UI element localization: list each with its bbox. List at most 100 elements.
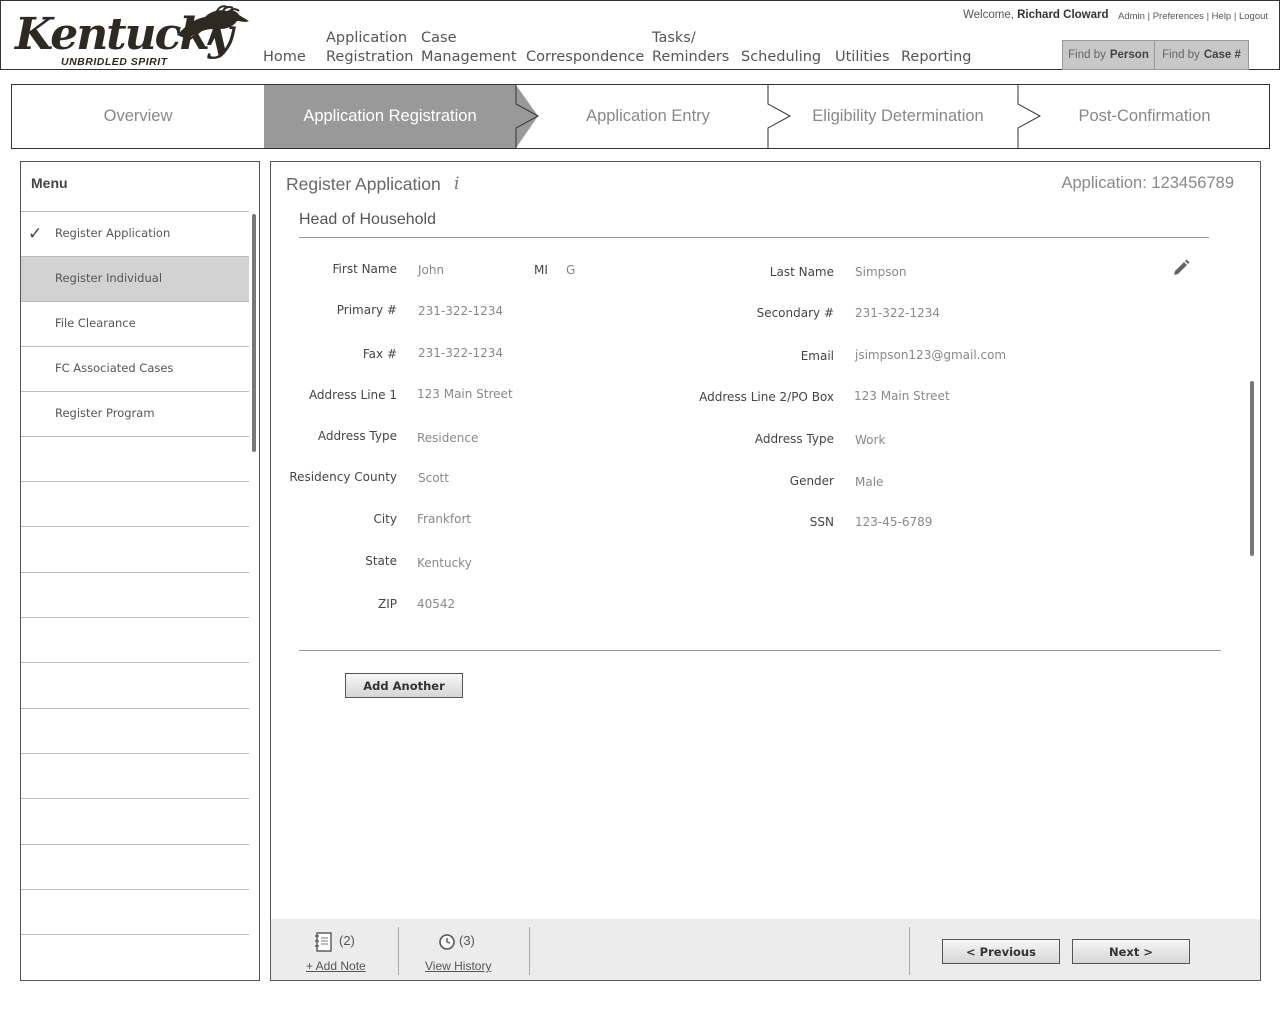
notes-count: (2) [339,933,355,948]
nav-home-label: Home [263,49,306,65]
primary-phone-value: 231-322-1234 [418,304,504,318]
workflow-stepper: Overview Application Registration Applic… [11,84,1270,149]
menu-item-register-program[interactable]: Register Program [21,392,249,437]
zip-value: 40542 [417,597,456,611]
address-type-work-value: Work [855,433,886,447]
menu-empty-row [21,709,249,754]
address-type-value: Residence [417,431,479,445]
footer-divider [529,927,530,975]
email-label: Email [800,349,834,363]
view-history-link[interactable]: View History [425,959,491,973]
user-name: Richard Cloward [1017,9,1109,21]
state-value: Kentucky [417,556,472,570]
gender-label: Gender [789,474,834,488]
address-line1-label: Address Line 1 [308,388,397,402]
nav-application-registration-line2: Registration [326,49,414,65]
nav-correspondence[interactable]: Correspondence [526,48,644,67]
info-icon[interactable]: i [454,174,459,194]
last-name-label: Last Name [769,265,834,279]
notebook-icon[interactable] [314,931,334,953]
menu-item-label: Register Individual [55,271,163,285]
link-separator: | [1147,11,1151,22]
menu-item-register-application[interactable]: ✓ Register Application [21,212,249,257]
menu-item-label: Register Application [55,226,171,240]
page-title: Register Application [286,174,441,194]
nav-scheduling[interactable]: Scheduling [741,48,821,67]
menu-empty-row [21,754,249,799]
fax-value: 231-322-1234 [418,346,504,360]
residency-county-value: Scott [418,471,449,485]
logo-tagline: UNBRIDLED SPIRIT [61,56,168,68]
content-scrollbar[interactable] [1250,381,1254,556]
application-number: Application: 123456789 [1062,174,1235,193]
menu-item-label: FC Associated Cases [55,361,174,375]
mi-value: G [566,263,576,277]
stepper-arrows [515,85,1042,148]
kentucky-logo: Kentucky UNBRIDLED SPIRIT [13,5,253,69]
menu-empty-row [21,528,249,573]
menu-scrollbar[interactable] [252,214,256,452]
section-title: Head of Household [299,211,436,228]
nav-case-management-line2: Management [421,49,517,65]
nav-home[interactable]: Home [263,48,306,67]
history-count: (3) [459,933,475,948]
logout-link[interactable]: Logout [1239,11,1268,22]
nav-case-management[interactable]: Case Management [421,29,517,67]
app-header: Kentucky UNBRIDLED SPIRIT Home Applicati… [0,0,1280,70]
footer-divider [909,927,910,975]
link-separator: | [1206,11,1210,22]
menu-empty-row [21,437,249,482]
welcome-prefix: Welcome, [963,9,1014,21]
welcome-message: Welcome, Richard Cloward [963,9,1109,21]
nav-scheduling-label: Scheduling [741,49,822,65]
menu-empty-row [21,890,249,935]
ssn-value: 123-45-6789 [855,515,933,529]
nav-application-registration[interactable]: Application Registration [326,29,413,67]
zip-label: ZIP [378,597,397,611]
secondary-phone-value: 231-322-1234 [855,306,941,320]
city-value: Frankfort [417,512,472,526]
menu-item-label: Register Program [55,406,155,420]
add-note-link[interactable]: + Add Note [306,959,366,973]
ssn-label: SSN [809,515,834,529]
find-by-case-target: Case # [1203,49,1241,61]
menu-item-register-individual[interactable]: Register Individual [21,257,249,302]
form-divider [299,650,1221,651]
nav-application-registration-line1: Application [326,30,408,46]
side-menu: Menu ✓ Register Application Register Ind… [20,161,260,981]
admin-link[interactable]: Admin [1118,11,1145,22]
utility-links: Admin | Preferences | Help | Logout [1118,11,1268,22]
gender-value: Male [855,475,884,489]
horse-icon [177,5,249,46]
nav-utilities-label: Utilities [835,49,890,65]
find-by-person-button[interactable]: Find by Person [1062,40,1155,70]
add-another-button[interactable]: Add Another [345,673,463,698]
application-number-label: Application: [1061,174,1147,192]
nav-reporting[interactable]: Reporting [901,48,972,67]
address-line1-value: 123 Main Street [417,387,513,401]
checkmark-icon: ✓ [28,224,43,244]
find-by-case-button[interactable]: Find by Case # [1154,40,1249,70]
main-content: Register Application i Application: 1234… [270,161,1261,981]
find-by-person-prefix: Find by [1068,49,1106,61]
clock-icon[interactable] [438,933,456,951]
first-name-value: John [418,263,445,277]
preferences-link[interactable]: Preferences [1153,11,1204,22]
nav-correspondence-label: Correspondence [526,49,645,65]
menu-item-fc-associated-cases[interactable]: FC Associated Cases [21,347,249,392]
mi-label: MI [534,263,548,277]
nav-tasks-reminders[interactable]: Tasks/ Reminders [652,29,729,67]
state-label: State [365,554,397,568]
previous-button[interactable]: < Previous [942,939,1060,964]
residency-county-label: Residency County [289,470,397,484]
address-line2-value: 123 Main Street [854,389,950,403]
nav-utilities[interactable]: Utilities [835,48,890,67]
application-number-value: 123456789 [1151,174,1234,192]
help-link[interactable]: Help [1212,11,1232,22]
next-button[interactable]: Next > [1072,939,1190,964]
menu-title: Menu [31,175,68,191]
nav-tasks-reminders-line2: Reminders [652,49,730,65]
menu-item-file-clearance[interactable]: File Clearance [21,302,249,347]
pencil-icon[interactable] [1171,258,1191,278]
nav-case-management-line1: Case [421,30,457,46]
